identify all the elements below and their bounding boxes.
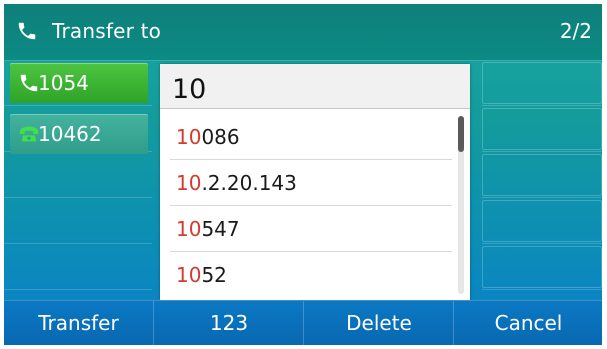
handset-icon [20, 74, 38, 92]
result-match: 10 [176, 171, 202, 195]
line-key-label: 10462 [38, 122, 102, 146]
title-bar: Transfer to 2/2 [4, 4, 602, 60]
line-key-slot-empty[interactable] [482, 106, 602, 152]
result-rest: .2.20.143 [201, 171, 297, 195]
line-key-slot-empty[interactable] [4, 152, 152, 198]
page-title: Transfer to [52, 19, 162, 43]
result-match: 10 [176, 263, 202, 287]
phone-screen: Transfer to 2/2 1054 10462 10 10086 10.2… [4, 4, 602, 345]
line-key-10462[interactable]: 10462 [10, 114, 148, 154]
transfer-softkey[interactable]: Transfer [4, 301, 153, 345]
result-number: 10547 [176, 217, 240, 241]
slot-frame [482, 62, 602, 104]
line-key-slot-empty[interactable] [482, 60, 602, 106]
softkey-bar: Transfer 123 Delete Cancel [4, 300, 602, 345]
result-rest: 52 [201, 263, 227, 287]
slot-frame [482, 200, 602, 242]
slot-frame [482, 154, 602, 196]
scrollbar-thumb[interactable] [458, 116, 464, 152]
line-key-slot-empty[interactable] [482, 152, 602, 198]
result-rest: 547 [201, 217, 240, 241]
page-indicator: 2/2 [559, 19, 592, 43]
results-scrollbar[interactable] [458, 116, 464, 294]
search-input[interactable] [160, 64, 470, 109]
line-key-slot: 10462 [4, 106, 152, 154]
line-keys-left: 1054 10462 [4, 60, 152, 300]
search-result-item[interactable]: 1052 [170, 252, 452, 297]
slot-frame [482, 108, 602, 150]
search-panel: 10086 10.2.20.143 10547 1052 [160, 64, 470, 300]
handset-icon [18, 22, 36, 40]
line-key-slot: 1054 [4, 60, 152, 106]
result-number: 10.2.20.143 [176, 171, 297, 195]
line-key-label: 1054 [38, 71, 89, 95]
search-result-item[interactable]: 10086 [170, 114, 452, 160]
result-number: 10086 [176, 125, 240, 149]
line-key-1054[interactable]: 1054 [10, 63, 148, 103]
result-match: 10 [176, 217, 202, 241]
hold-phone-icon [19, 126, 39, 142]
search-result-item[interactable]: 10.2.20.143 [170, 160, 452, 206]
result-rest: 086 [201, 125, 240, 149]
delete-softkey[interactable]: Delete [303, 301, 454, 345]
input-mode-softkey[interactable]: 123 [153, 301, 304, 345]
cancel-softkey[interactable]: Cancel [453, 301, 602, 345]
line-key-slot-empty[interactable] [482, 198, 602, 244]
line-keys-right [476, 60, 602, 300]
line-key-slot-empty[interactable] [4, 198, 152, 244]
slot-frame [482, 246, 602, 288]
result-number: 1052 [176, 263, 227, 287]
search-result-item[interactable]: 10547 [170, 206, 452, 252]
line-key-slot-empty[interactable] [4, 244, 152, 290]
result-match: 10 [176, 125, 202, 149]
line-key-slot-empty[interactable] [482, 244, 602, 290]
